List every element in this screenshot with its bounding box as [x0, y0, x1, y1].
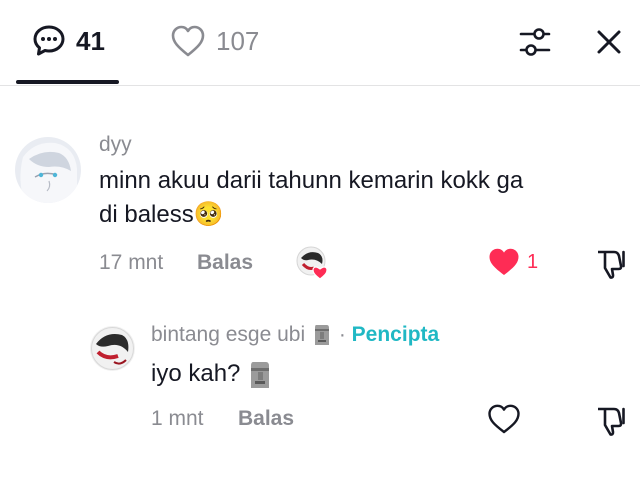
moai-emoji-icon [314, 325, 329, 346]
heart-filled-icon [489, 248, 519, 275]
comments-header: 41 107 [0, 0, 640, 86]
reply-text: iyo kah? [151, 360, 241, 387]
comment-text-fragment: di baless [99, 201, 194, 228]
heart-outline-icon [171, 25, 205, 57]
dislike-icon[interactable] [594, 403, 628, 437]
heart-outline-icon [488, 404, 520, 434]
like-button[interactable]: 1 [487, 246, 538, 278]
comment-text: iyo kah? [151, 357, 273, 391]
avatar[interactable] [90, 326, 135, 371]
tab-comments[interactable]: 41 [32, 20, 105, 62]
likes-count: 107 [216, 25, 260, 56]
creator-liked-avatar [296, 246, 330, 280]
comment-text: minn akuu darii tahunn kemarin kokk ga d… [99, 164, 599, 232]
comment-text-line: di baless🥺 [99, 198, 599, 232]
comment-bubble-icon [33, 25, 65, 56]
reply-button[interactable]: Balas [197, 251, 253, 275]
active-tab-indicator [16, 80, 119, 84]
comment-time: 17 mnt [99, 251, 164, 274]
moai-emoji-icon [251, 361, 270, 388]
comment-text-line: minn akuu darii tahunn kemarin kokk ga [99, 167, 524, 194]
separator-dot: · [338, 323, 346, 346]
avatar[interactable] [15, 137, 81, 203]
like-count: 1 [527, 250, 539, 273]
like-button[interactable] [487, 403, 521, 435]
comment-time: 1 mnt [151, 407, 204, 430]
creator-badge: Pencipta [351, 323, 440, 346]
comment-username: bintang esge ubi · Pencipta [151, 323, 439, 347]
tab-likes[interactable]: 107 [170, 20, 259, 62]
filter-icon[interactable] [515, 22, 555, 62]
pleading-emoji: 🥺 [193, 201, 224, 228]
reply-username[interactable]: bintang esge ubi [151, 323, 305, 346]
reply-button[interactable]: Balas [238, 407, 294, 431]
comment-username[interactable]: dyy [99, 133, 132, 157]
dislike-icon[interactable] [594, 246, 628, 280]
comments-count: 41 [76, 25, 105, 56]
close-icon[interactable] [589, 22, 629, 62]
